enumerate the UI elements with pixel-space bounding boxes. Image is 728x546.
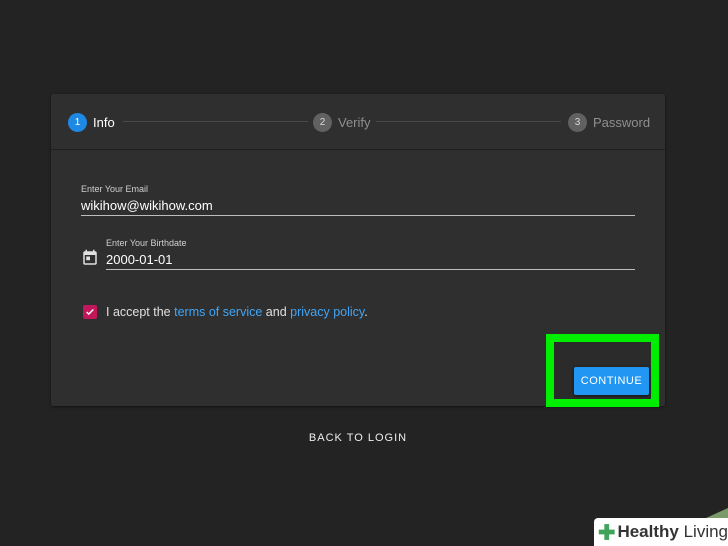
privacy-policy-link[interactable]: privacy policy (290, 305, 364, 319)
email-field[interactable]: Enter Your Email wikihow@wikihow.com (81, 184, 635, 218)
step-connector (123, 121, 308, 122)
birthdate-underline (106, 269, 635, 270)
terms-checkbox[interactable] (83, 305, 97, 319)
watermark-suffix: Living (678, 522, 728, 541)
continue-highlight-inner: CONTINUE (554, 342, 651, 399)
back-to-login-link[interactable]: BACK TO LOGIN (0, 432, 716, 444)
continue-highlight-box: CONTINUE (546, 334, 659, 407)
email-input[interactable]: wikihow@wikihow.com (81, 198, 213, 213)
step-number-badge: 2 (313, 112, 332, 132)
step-number-badge: 1 (68, 112, 87, 132)
plus-leaf-icon (598, 524, 615, 540)
terms-text: I accept the terms of service and privac… (106, 305, 368, 319)
step-password: 3 Password (568, 112, 650, 132)
step-verify: 2 Verify (313, 112, 371, 132)
terms-of-service-link[interactable]: terms of service (174, 305, 262, 319)
birthdate-input[interactable]: 2000-01-01 (106, 252, 173, 267)
terms-middle: and (262, 305, 291, 319)
birthdate-label: Enter Your Birthdate (106, 238, 187, 248)
watermark: Healthy Living (594, 518, 728, 546)
step-number-badge: 3 (568, 112, 587, 132)
step-label: Password (593, 114, 651, 130)
birthdate-field[interactable]: Enter Your Birthdate 2000-01-01 (106, 238, 635, 272)
terms-suffix: . (364, 305, 368, 319)
step-connector (376, 121, 561, 122)
watermark-text: Healthy Living (617, 522, 728, 542)
step-info: 1 Info (68, 112, 115, 132)
email-label: Enter Your Email (81, 184, 149, 194)
email-underline (81, 215, 635, 216)
watermark-corner (706, 508, 728, 518)
terms-prefix: I accept the (106, 305, 175, 319)
continue-button[interactable]: CONTINUE (574, 367, 649, 395)
step-label: Info (93, 114, 115, 130)
checkmark-icon (86, 308, 94, 316)
step-label: Verify (338, 114, 371, 130)
stepper: 1 Info 2 Verify 3 Password (51, 94, 665, 150)
calendar-icon[interactable] (81, 249, 99, 267)
watermark-brand: Healthy (617, 522, 679, 541)
